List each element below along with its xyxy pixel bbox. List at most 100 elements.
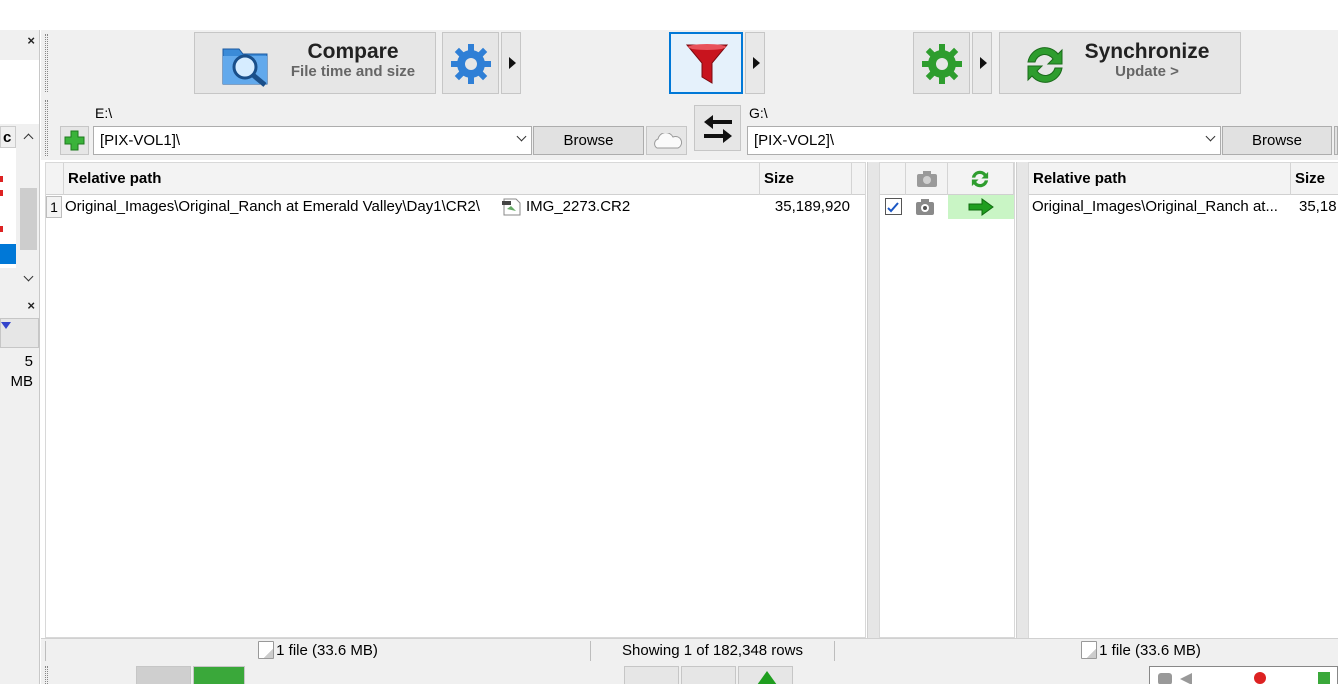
scrollbar-thumb[interactable] — [20, 188, 37, 250]
column-action[interactable] — [948, 163, 1014, 195]
chevron-down-icon — [516, 131, 527, 142]
row-directory: Original_Images\Original_Ranch at Emeral… — [65, 198, 480, 215]
right-grid-header: Relative path Size — [1029, 163, 1338, 195]
synchronize-label: Synchronize — [1084, 40, 1210, 63]
left-status: 1 file (33.6 MB) — [45, 641, 591, 661]
camera-icon — [916, 199, 934, 215]
close-icon[interactable]: × — [27, 33, 35, 48]
compare-icon — [222, 48, 268, 87]
middle-action-grid[interactable] — [879, 162, 1015, 638]
bottom-button-green[interactable] — [193, 666, 245, 684]
conflict-icon — [1254, 672, 1266, 684]
sync-settings-button[interactable] — [913, 32, 970, 94]
row-checkbox[interactable] — [885, 198, 902, 215]
compare-settings-button[interactable] — [442, 32, 499, 94]
arrow-icon — [757, 671, 777, 684]
toolbar-grip[interactable] — [45, 34, 48, 92]
create-icon — [1318, 672, 1330, 684]
compare-options-arrow[interactable] — [501, 32, 521, 94]
filter-button[interactable] — [669, 32, 743, 94]
cloud-icon — [654, 133, 683, 149]
scrollbar[interactable] — [18, 148, 39, 268]
scroll-up-button[interactable] — [18, 126, 39, 148]
arrow-right-icon — [968, 198, 994, 216]
selected-list-item[interactable] — [0, 244, 16, 264]
sync-icon — [1027, 47, 1063, 83]
left-side-panel: × c × 5 MB — [0, 30, 49, 684]
camera-icon — [917, 171, 937, 187]
right-folder-input[interactable]: [PIX-VOL2]\ — [747, 126, 1221, 155]
close-icon[interactable]: × — [27, 298, 35, 313]
row-filename: IMG_2273.CR2 — [526, 198, 631, 215]
session-list[interactable] — [0, 148, 16, 268]
column-checkbox — [880, 163, 906, 195]
left-file-count: 1 file (33.6 MB) — [276, 642, 378, 659]
right-status: 1 file (33.6 MB) — [1046, 641, 1236, 661]
scroll-down-button[interactable] — [18, 268, 39, 290]
action-row[interactable] — [880, 195, 1014, 219]
bottom-button-3[interactable] — [738, 666, 793, 684]
view-filter-strip[interactable] — [1149, 666, 1338, 684]
bottom-toolbar — [41, 662, 1338, 684]
file-icon — [1081, 641, 1098, 659]
main-toolbar: Compare File time and size Synchronize U… — [41, 30, 1338, 96]
column-size[interactable]: Size — [760, 163, 852, 195]
splitter-right[interactable] — [1016, 162, 1028, 638]
chevron-down-icon — [1205, 131, 1216, 142]
cloud-button[interactable] — [646, 126, 687, 155]
left-drive-label: E:\ — [95, 105, 113, 121]
swap-sides-button[interactable] — [694, 105, 741, 151]
left-file-grid[interactable]: Relative path Size 1 Original_Images\Ori… — [45, 162, 866, 638]
plus-icon — [64, 130, 85, 151]
checkmark-icon — [887, 202, 899, 213]
bottombar-grip[interactable] — [45, 666, 48, 684]
sync-direction-cell[interactable] — [948, 195, 1014, 219]
column-relative-path[interactable]: Relative path — [1029, 163, 1291, 195]
gear-icon — [451, 44, 491, 84]
left-grid-header: Relative path Size — [46, 163, 865, 195]
row-number-header — [46, 163, 64, 195]
row-path: Original_Images\Original_Ranch at... — [1032, 198, 1278, 215]
right-browse-button[interactable]: Browse — [1222, 126, 1332, 155]
bottom-button-folder[interactable] — [136, 666, 191, 684]
compare-variant: File time and size — [290, 63, 416, 80]
row-number: 1 — [46, 196, 62, 218]
column-size[interactable]: Size — [1291, 163, 1338, 195]
compare-label: Compare — [307, 40, 399, 63]
left-folder-path: [PIX-VOL1]\ — [100, 132, 181, 149]
status-bar: 1 file (33.6 MB) Showing 1 of 182,348 ro… — [41, 638, 1338, 662]
gear-icon — [922, 44, 962, 84]
compare-button[interactable]: Compare File time and size — [194, 32, 436, 94]
add-folder-pair-button[interactable] — [60, 126, 89, 155]
filter-options-arrow[interactable] — [745, 32, 765, 94]
right-drive-label: G:\ — [749, 105, 768, 121]
synchronize-button[interactable]: Synchronize Update > — [999, 32, 1241, 94]
row-size: 35,18 — [1299, 198, 1337, 215]
filter-dropdown[interactable] — [0, 318, 39, 348]
splitter-left[interactable] — [867, 162, 879, 638]
database-icon — [1158, 673, 1172, 684]
column-relative-path[interactable]: Relative path — [64, 163, 760, 195]
row-size: 35,189,920 — [774, 198, 850, 215]
right-file-count: 1 file (33.6 MB) — [1099, 642, 1201, 659]
bottom-button-1[interactable] — [624, 666, 679, 684]
arrow-left-icon — [1180, 673, 1192, 684]
right-cloud-button-edge[interactable] — [1334, 126, 1338, 155]
list-column-header: c — [0, 126, 16, 148]
middle-grid-header — [880, 163, 1014, 195]
table-row[interactable]: Original_Images\Original_Ranch at... 35,… — [1029, 195, 1338, 219]
column-category[interactable] — [906, 163, 948, 195]
table-row[interactable]: 1 Original_Images\Original_Ranch at Emer… — [46, 195, 865, 219]
synchronize-variant: Update > — [1115, 63, 1179, 80]
folderbar-grip[interactable] — [45, 100, 48, 156]
left-folder-input[interactable]: [PIX-VOL1]\ — [93, 126, 532, 155]
row-count: Showing 1 of 182,348 rows — [622, 642, 803, 659]
overview-size: 5 MB — [0, 352, 39, 390]
filter-icon — [685, 44, 729, 84]
left-browse-button[interactable]: Browse — [533, 126, 644, 155]
right-file-grid[interactable]: Relative path Size Original_Images\Origi… — [1028, 162, 1338, 638]
bottom-button-2[interactable] — [681, 666, 736, 684]
sync-options-arrow[interactable] — [972, 32, 992, 94]
panel-blank — [0, 60, 39, 124]
folder-pair-bar: E:\ [PIX-VOL1]\ Browse G:\ [PIX-VOL2]\ B… — [41, 96, 1338, 160]
